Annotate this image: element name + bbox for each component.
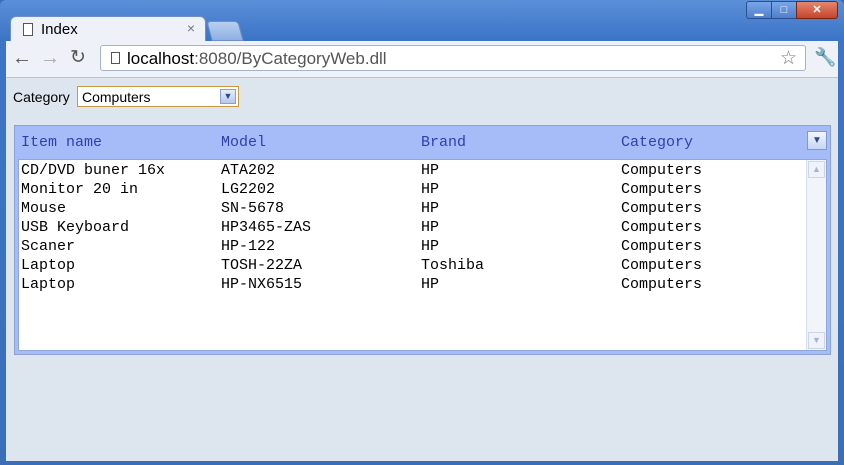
back-arrow-icon[interactable]: ← [12, 48, 32, 68]
table-row[interactable]: Scaner HP-122 HP Computers [19, 238, 805, 257]
page-icon [111, 52, 120, 64]
cell-item-name: Laptop [21, 257, 76, 274]
column-header-category[interactable]: Category [621, 134, 693, 151]
category-selected-value: Computers [82, 89, 151, 105]
cell-brand: HP [421, 200, 440, 217]
cell-model: HP-NX6515 [221, 276, 303, 293]
column-header-brand[interactable]: Brand [421, 134, 466, 151]
items-grid: Item name Model Brand Category ▼ CD/DVD … [14, 125, 831, 355]
url-path: :8080/ByCategoryWeb.dll [194, 49, 387, 68]
browser-window: Index × ▁ □ ✕ ← → ↻ localhost:8080/ByCat… [0, 0, 844, 465]
table-row[interactable]: Mouse SN-5678 HP Computers [19, 200, 805, 219]
scroll-up-icon[interactable]: ▲ [808, 161, 825, 178]
table-row[interactable]: USB Keyboard HP3465-ZAS HP Computers [19, 219, 805, 238]
cell-category: Computers [621, 181, 703, 198]
table-row[interactable]: CD/DVD buner 16x ATA202 HP Computers [19, 162, 805, 181]
forward-arrow-icon[interactable]: → [40, 48, 60, 68]
cell-brand: Toshiba [421, 257, 485, 274]
column-menu-chevron-icon[interactable]: ▼ [807, 131, 827, 150]
page-icon [23, 23, 33, 36]
cell-item-name: Scaner [21, 238, 76, 255]
cell-item-name: Monitor 20 in [21, 181, 139, 198]
category-select[interactable]: Computers ▼ [77, 86, 239, 107]
scroll-down-icon[interactable]: ▼ [808, 332, 825, 349]
table-row[interactable]: Laptop HP-NX6515 HP Computers [19, 276, 805, 295]
cell-brand: HP [421, 276, 440, 293]
cell-model: ATA202 [221, 162, 276, 179]
cell-brand: HP [421, 162, 440, 179]
vertical-scrollbar[interactable]: ▲ ▼ [806, 160, 826, 350]
column-header-item-name[interactable]: Item name [21, 134, 102, 151]
table-row[interactable]: Monitor 20 in LG2202 HP Computers [19, 181, 805, 200]
cell-model: SN-5678 [221, 200, 285, 217]
cell-category: Computers [621, 219, 703, 236]
browser-toolbar: ← → ↻ localhost:8080/ByCategoryWeb.dll ☆… [6, 41, 838, 78]
cell-category: Computers [621, 238, 703, 255]
wrench-menu-icon[interactable]: 🔧 [814, 47, 836, 68]
cell-item-name: Mouse [21, 200, 67, 217]
close-window-button[interactable]: ✕ [796, 1, 838, 19]
cell-category: Computers [621, 257, 703, 274]
browser-tab[interactable]: Index × [10, 16, 206, 42]
cell-model: TOSH-22ZA [221, 257, 303, 274]
cell-brand: HP [421, 219, 440, 236]
cell-model: HP3465-ZAS [221, 219, 312, 236]
table-row[interactable]: Laptop TOSH-22ZA Toshiba Computers [19, 257, 805, 276]
cell-item-name: CD/DVD buner 16x [21, 162, 166, 179]
chevron-down-icon[interactable]: ▼ [220, 89, 236, 104]
url-text[interactable]: localhost:8080/ByCategoryWeb.dll [127, 49, 387, 69]
minimize-button[interactable]: ▁ [746, 1, 772, 19]
cell-brand: HP [421, 238, 440, 255]
cell-category: Computers [621, 200, 703, 217]
column-header-model[interactable]: Model [221, 134, 266, 151]
cell-brand: HP [421, 181, 440, 198]
address-bar[interactable]: localhost:8080/ByCategoryWeb.dll ☆ [100, 45, 806, 71]
url-host: localhost [127, 49, 195, 68]
cell-item-name: USB Keyboard [21, 219, 130, 236]
cell-category: Computers [621, 276, 703, 293]
cell-model: LG2202 [221, 181, 276, 198]
new-tab-button[interactable] [206, 21, 244, 41]
reload-icon[interactable]: ↻ [70, 48, 86, 68]
cell-model: HP-122 [221, 238, 276, 255]
grid-body: CD/DVD buner 16x ATA202 HP Computers Mon… [18, 159, 827, 351]
cell-category: Computers [621, 162, 703, 179]
tab-title: Index [41, 21, 78, 38]
category-label: Category [13, 89, 70, 105]
grid-header: Item name Model Brand Category ▼ [15, 126, 830, 158]
cell-item-name: Laptop [21, 276, 76, 293]
tab-close-icon[interactable]: × [187, 20, 195, 36]
maximize-button[interactable]: □ [771, 1, 797, 19]
bookmark-star-icon[interactable]: ☆ [780, 47, 797, 70]
page-content: Category Computers ▼ Item name Model Bra… [6, 78, 838, 461]
